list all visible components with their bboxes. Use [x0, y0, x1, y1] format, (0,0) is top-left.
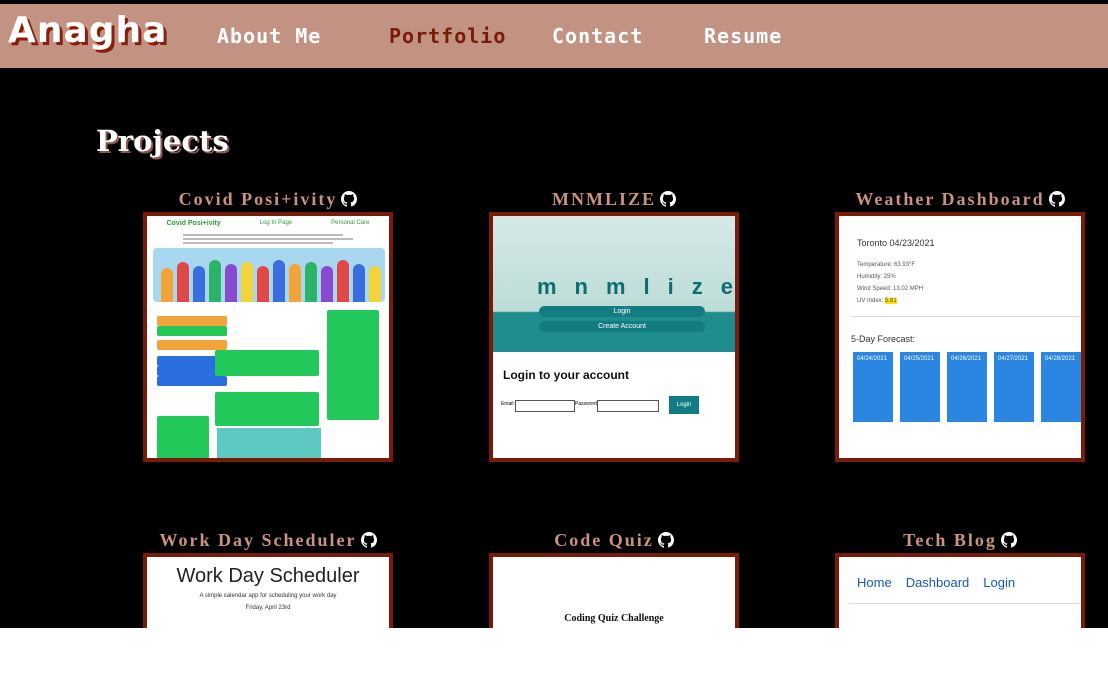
- people-illustration: [153, 248, 385, 302]
- thumb-uv-label: UV Index:: [857, 298, 884, 304]
- project-title-link[interactable]: Tech Blog: [835, 527, 1085, 553]
- text-line: [183, 238, 353, 240]
- text-line: [183, 234, 343, 236]
- project-title: Tech Blog: [903, 529, 997, 550]
- brand-logo[interactable]: Anagha: [8, 10, 167, 51]
- thumb-login-button: Login: [539, 306, 705, 317]
- nav-contact[interactable]: Contact: [552, 24, 643, 48]
- project-title-link[interactable]: Work Day Scheduler: [143, 527, 393, 553]
- thumb-password-field: [597, 400, 659, 412]
- project-title: Code Quiz: [554, 529, 654, 550]
- project-title-link[interactable]: Code Quiz: [489, 527, 739, 553]
- thumb-uv-value: 5.81: [885, 298, 897, 304]
- page-fold-area: [0, 628, 1108, 698]
- github-icon[interactable]: [360, 532, 377, 548]
- project-card-mnmlize: MNMLIZE mnmlize Login Create Account Log…: [489, 186, 739, 462]
- project-screenshot[interactable]: mnmlize Login Create Account Login to yo…: [489, 212, 739, 462]
- github-icon[interactable]: [341, 191, 358, 207]
- thumb-nav-dashboard: Dashboard: [905, 575, 970, 590]
- github-icon[interactable]: [657, 532, 674, 548]
- project-card-covid: Covid Posi+ivity Covid Posi+ivity Log In…: [143, 186, 393, 462]
- github-icon[interactable]: [660, 191, 676, 207]
- thumb-forecast-day: 04/28/2021: [1041, 352, 1081, 422]
- thumb-forecast-day: 04/25/2021: [900, 352, 940, 422]
- thumb-forecast-day: 04/27/2021: [994, 352, 1034, 422]
- thumb-submit-button: Login: [669, 396, 699, 414]
- project-card-weather: Weather Dashboard Toronto 04/23/2021 Tem…: [835, 186, 1085, 462]
- section-title: Projects: [96, 124, 229, 158]
- nav-about-me[interactable]: About Me: [217, 24, 321, 48]
- github-icon[interactable]: [1000, 532, 1017, 548]
- thumb-forecast-title: 5-Day Forecast:: [851, 334, 916, 344]
- thumb-header-text: Personal Care: [331, 220, 370, 226]
- nav-resume[interactable]: Resume: [704, 24, 782, 48]
- thumb-nav: Home Dashboard Login: [857, 575, 1015, 590]
- thumb-date: Friday, April 23rd: [245, 605, 291, 611]
- divider: [849, 603, 1081, 604]
- thumb-city: Toronto 04/23/2021: [857, 238, 935, 248]
- thumb-nav-home: Home: [857, 575, 892, 590]
- project-title: Weather Dashboard: [855, 188, 1045, 209]
- thumb-email-field: [515, 400, 575, 412]
- project-screenshot[interactable]: Covid Posi+ivity Log In Page Personal Ca…: [143, 212, 393, 462]
- project-title: Covid Posi+ivity: [178, 188, 338, 209]
- thumb-forecast-day: 04/26/2021: [947, 352, 987, 422]
- thumb-header-text: Log In Page: [259, 220, 293, 226]
- thumb-humidity: Humidity: 25%: [857, 274, 896, 280]
- project-screenshot[interactable]: Toronto 04/23/2021 Temperature: 63.93°F …: [835, 212, 1085, 462]
- thumb-subtitle: A simple calendar app for scheduling you…: [199, 593, 337, 599]
- thumb-password-label: Password:: [575, 401, 599, 407]
- thumb-header-text: Covid Posi+ivity: [166, 219, 221, 227]
- thumb-create-button: Create Account: [539, 321, 705, 332]
- project-title-link[interactable]: Covid Posi+ivity: [143, 186, 393, 212]
- thumb-temperature: Temperature: 63.93°F: [857, 262, 916, 268]
- thumb-heading: Coding Quiz Challenge: [564, 613, 664, 624]
- project-title-link[interactable]: Weather Dashboard: [835, 186, 1085, 212]
- thumb-login-heading: Login to your account: [503, 368, 629, 382]
- project-title: Work Day Scheduler: [159, 529, 357, 550]
- thumb-heading: Work Day Scheduler: [176, 565, 360, 587]
- hero-word: mnmlize: [537, 274, 739, 299]
- divider: [851, 316, 1081, 317]
- nav-portfolio[interactable]: Portfolio: [389, 24, 506, 48]
- text-line: [183, 242, 333, 244]
- project-title-link[interactable]: MNMLIZE: [489, 186, 739, 212]
- navbar: Anagha About Me Portfolio Contact Resume: [0, 4, 1108, 68]
- thumb-forecast-day: 04/24/2021: [853, 352, 893, 422]
- project-title: MNMLIZE: [552, 188, 656, 209]
- thumb-nav-login: Login: [983, 575, 1016, 590]
- thumb-email-label: Email:: [501, 401, 515, 407]
- thumb-wind: Wind Speed: 13.02 MPH: [857, 286, 924, 292]
- github-icon[interactable]: [1048, 191, 1065, 207]
